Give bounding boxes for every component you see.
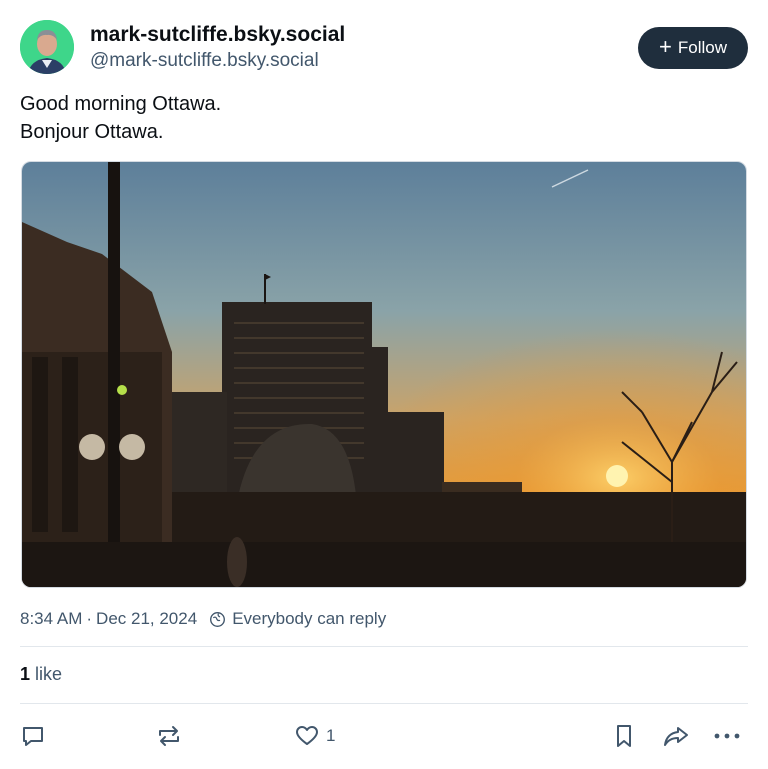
- post-line: Bonjour Ottawa.: [20, 121, 164, 143]
- display-name[interactable]: mark-sutcliffe.bsky.social: [90, 22, 345, 48]
- avatar[interactable]: [20, 20, 74, 74]
- repost-icon: [159, 726, 179, 746]
- bookmark-button[interactable]: [612, 718, 636, 754]
- reply-setting[interactable]: Everybody can reply: [209, 609, 386, 629]
- follow-button[interactable]: + Follow: [638, 27, 748, 69]
- post-time[interactable]: 8:34 AM: [20, 609, 82, 629]
- reply-setting-label: Everybody can reply: [232, 609, 387, 628]
- likes-number: 1: [20, 664, 31, 684]
- heart-icon: [296, 726, 318, 745]
- plus-icon: +: [659, 34, 672, 59]
- post-header: mark-sutcliffe.bsky.social @mark-sutclif…: [20, 20, 748, 74]
- post-line: Good morning Ottawa.: [20, 93, 222, 115]
- more-button[interactable]: [713, 718, 741, 754]
- reply-button[interactable]: [20, 718, 46, 754]
- post-image[interactable]: [21, 161, 747, 588]
- share-icon: [664, 727, 688, 746]
- post-text: Good morning Ottawa. Bonjour Ottawa.: [20, 90, 221, 146]
- like-button[interactable]: 1: [294, 718, 335, 754]
- author-names: mark-sutcliffe.bsky.social @mark-sutclif…: [90, 22, 345, 73]
- divider: [20, 703, 748, 704]
- meta-separator: ·: [86, 609, 93, 628]
- follow-label: Follow: [677, 38, 727, 57]
- post-date[interactable]: Dec 21, 2024: [96, 609, 197, 629]
- author-handle[interactable]: @mark-sutcliffe.bsky.social: [90, 49, 345, 73]
- action-bar: 1: [0, 718, 768, 754]
- like-count: 1: [326, 726, 336, 745]
- post-meta: 8:34 AM · Dec 21, 2024 Everybody can rep…: [20, 609, 386, 629]
- globe-icon: [210, 611, 226, 627]
- likes-label: like: [35, 664, 63, 684]
- reply-icon: [23, 727, 43, 746]
- likes-count[interactable]: 1 like: [20, 664, 62, 685]
- bookmark-icon: [617, 725, 631, 747]
- share-button[interactable]: [662, 718, 690, 754]
- divider: [20, 646, 748, 647]
- repost-button[interactable]: [155, 718, 183, 754]
- more-icon: [714, 733, 740, 739]
